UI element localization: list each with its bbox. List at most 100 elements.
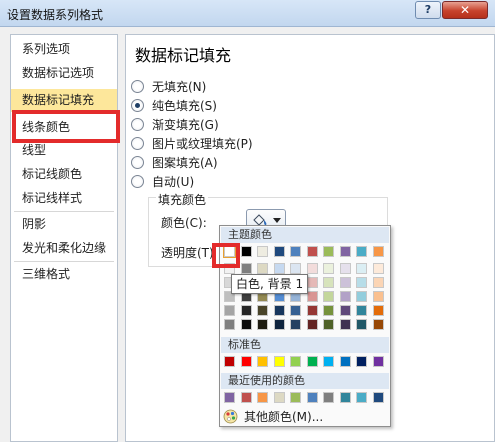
sidebar-item-marker-line-color[interactable]: 标记线颜色: [11, 163, 117, 186]
standard-color-swatch[interactable]: [257, 356, 268, 367]
standard-color-swatch[interactable]: [306, 356, 318, 367]
close-button[interactable]: ✕: [442, 1, 488, 19]
radio-button-checked[interactable]: [131, 98, 144, 112]
theme-shade-swatch[interactable]: [306, 263, 318, 274]
recent-color-swatch[interactable]: [290, 392, 301, 403]
theme-shade-swatch[interactable]: [356, 291, 367, 302]
recent-color-swatch[interactable]: [240, 392, 252, 403]
theme-shade-swatch[interactable]: [306, 291, 318, 302]
standard-color-swatch[interactable]: [356, 356, 367, 367]
theme-shade-swatch[interactable]: [257, 319, 268, 330]
theme-color-swatch[interactable]: [273, 246, 285, 257]
standard-color-swatch[interactable]: [290, 356, 301, 367]
more-colors-button[interactable]: 其他颜色(M)...: [223, 407, 323, 425]
theme-shade-swatch[interactable]: [356, 319, 367, 330]
recent-color-swatch[interactable]: [273, 392, 285, 403]
color-palette-dropdown: 主题颜色 标准色 最近使用的颜色 其他颜色(M)...: [219, 225, 391, 427]
theme-shade-swatch[interactable]: [356, 263, 367, 274]
radio-button[interactable]: [131, 136, 144, 150]
theme-shade-swatch[interactable]: [306, 277, 318, 288]
sidebar-divider: [14, 261, 114, 262]
theme-color-swatch[interactable]: [306, 246, 318, 257]
radio-pattern-fill[interactable]: 图案填充(A): [131, 152, 218, 172]
title-bar: 设置数据系列格式 ? ✕: [0, 0, 495, 27]
radio-no-fill[interactable]: 无填充(N): [131, 76, 206, 96]
theme-shade-swatch[interactable]: [323, 319, 334, 330]
recent-color-swatch[interactable]: [257, 392, 268, 403]
theme-shade-swatch[interactable]: [224, 305, 235, 316]
radio-automatic[interactable]: 自动(U): [131, 171, 194, 191]
theme-shade-swatch[interactable]: [290, 319, 301, 330]
fill-color-group-title: 填充颜色: [156, 191, 209, 208]
standard-color-swatch[interactable]: [323, 356, 334, 367]
color-palette-icon: [223, 409, 238, 423]
theme-shade-swatch[interactable]: [323, 263, 334, 274]
sidebar-item-shadow[interactable]: 阴影: [11, 213, 117, 236]
radio-button[interactable]: [131, 155, 144, 169]
sidebar-item-marker-options[interactable]: 数据标记选项: [11, 62, 117, 85]
standard-color-swatch[interactable]: [372, 356, 384, 367]
theme-shade-swatch[interactable]: [356, 305, 367, 316]
theme-shade-swatch[interactable]: [339, 319, 351, 330]
standard-color-swatch[interactable]: [273, 356, 285, 367]
radio-button[interactable]: [131, 174, 144, 188]
standard-color-swatch[interactable]: [339, 356, 351, 367]
theme-shade-swatch[interactable]: [356, 277, 367, 288]
theme-color-swatch[interactable]: [356, 246, 367, 257]
theme-shade-swatch[interactable]: [323, 277, 334, 288]
theme-shade-swatch[interactable]: [240, 263, 252, 274]
standard-color-swatch[interactable]: [240, 356, 252, 367]
sidebar: 系列选项 数据标记选项 数据标记填充 线条颜色 线型 标记线颜色 标记线样式 阴…: [10, 34, 118, 442]
recent-color-swatch[interactable]: [224, 392, 235, 403]
theme-shade-swatch[interactable]: [372, 263, 384, 274]
theme-shade-swatch[interactable]: [224, 319, 235, 330]
standard-color-swatch[interactable]: [224, 356, 235, 367]
radio-button[interactable]: [131, 79, 144, 93]
theme-shade-swatch[interactable]: [339, 263, 351, 274]
recent-color-swatch[interactable]: [306, 392, 318, 403]
radio-solid-fill[interactable]: 纯色填充(S): [131, 95, 217, 115]
theme-color-swatch[interactable]: [339, 246, 351, 257]
theme-shade-swatch[interactable]: [339, 305, 351, 316]
theme-shade-swatch[interactable]: [273, 305, 285, 316]
radio-picture-fill[interactable]: 图片或纹理填充(P): [131, 133, 253, 153]
theme-shade-swatch[interactable]: [306, 305, 318, 316]
window-title: 设置数据系列格式: [7, 8, 104, 22]
recent-color-swatch[interactable]: [372, 392, 384, 403]
theme-shade-swatch[interactable]: [240, 305, 252, 316]
theme-shade-swatch[interactable]: [257, 305, 268, 316]
theme-shade-swatch[interactable]: [273, 263, 285, 274]
theme-shade-swatch[interactable]: [372, 305, 384, 316]
recent-color-swatch[interactable]: [323, 392, 334, 403]
theme-shade-swatch[interactable]: [240, 319, 252, 330]
theme-color-swatch[interactable]: [240, 246, 252, 257]
theme-shade-swatch[interactable]: [290, 263, 301, 274]
theme-color-swatch[interactable]: [372, 246, 384, 257]
theme-shade-swatch[interactable]: [339, 277, 351, 288]
theme-color-swatch[interactable]: [323, 246, 334, 257]
theme-color-swatch[interactable]: [290, 246, 301, 257]
sidebar-item-glow-soft-edges[interactable]: 发光和柔化边缘: [11, 237, 117, 260]
radio-label: 渐变填充(G): [152, 117, 219, 132]
theme-colors-header: 主题颜色: [221, 227, 389, 243]
sidebar-item-series-options[interactable]: 系列选项: [11, 38, 117, 61]
theme-shade-swatch[interactable]: [290, 305, 301, 316]
theme-shade-swatch[interactable]: [306, 319, 318, 330]
theme-shade-swatch[interactable]: [339, 291, 351, 302]
help-button[interactable]: ?: [415, 1, 441, 19]
radio-gradient-fill[interactable]: 渐变填充(G): [131, 114, 219, 134]
theme-color-swatch[interactable]: [257, 246, 268, 257]
theme-shade-swatch[interactable]: [372, 319, 384, 330]
theme-shade-swatch[interactable]: [257, 263, 268, 274]
theme-shade-swatch[interactable]: [372, 277, 384, 288]
theme-shade-swatch[interactable]: [273, 319, 285, 330]
theme-shade-swatch[interactable]: [323, 305, 334, 316]
recent-color-swatch[interactable]: [356, 392, 367, 403]
theme-shade-swatch[interactable]: [323, 291, 334, 302]
sidebar-item-3d-format[interactable]: 三维格式: [11, 263, 117, 286]
sidebar-item-marker-fill[interactable]: 数据标记填充: [11, 89, 117, 112]
recent-color-swatch[interactable]: [339, 392, 351, 403]
radio-button[interactable]: [131, 117, 144, 131]
theme-shade-swatch[interactable]: [372, 291, 384, 302]
sidebar-item-marker-line-style[interactable]: 标记线样式: [11, 187, 117, 210]
